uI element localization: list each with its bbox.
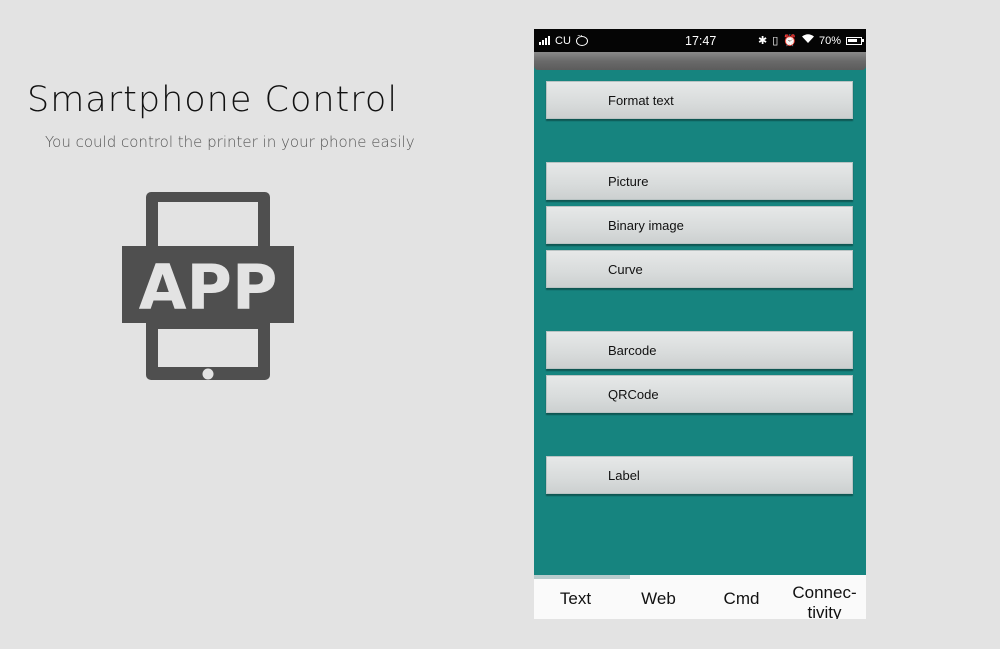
format-text-button[interactable]: Format text <box>546 81 853 119</box>
active-tab-indicator <box>534 575 630 579</box>
qrcode-button[interactable]: QRCode <box>546 375 853 413</box>
binary-image-button[interactable]: Binary image <box>546 206 853 244</box>
bluetooth-icon: ✱ <box>757 35 768 47</box>
label-button[interactable]: Label <box>546 456 853 494</box>
app-icon-label: APP <box>139 251 278 324</box>
bottom-tab-bar: Text Web Cmd Connec- tivity <box>534 575 866 619</box>
battery-percent: 70% <box>818 34 841 47</box>
curve-button[interactable]: Curve <box>546 250 853 288</box>
clock: 17:47 <box>685 33 717 48</box>
tab-cmd[interactable]: Cmd <box>700 589 783 609</box>
tab-connectivity[interactable]: Connec- tivity <box>783 583 866 619</box>
phone-screen: CU 17:47 ✱ ▯ ⏰ 70% Format text Picture B… <box>534 29 866 619</box>
app-title-bar <box>534 52 866 70</box>
vibrate-icon: ▯ <box>772 35 779 47</box>
menu-list: Format text Picture Binary image Curve B… <box>534 70 866 575</box>
app-tablet-icon: APP <box>122 192 294 381</box>
picture-button[interactable]: Picture <box>546 162 853 200</box>
tab-web[interactable]: Web <box>617 589 700 609</box>
promo-title: Smartphone Control <box>27 80 399 120</box>
wifi-icon <box>801 34 814 47</box>
signal-icon <box>539 36 550 45</box>
status-bar: CU 17:47 ✱ ▯ ⏰ 70% <box>534 29 866 52</box>
alarm-icon: ⏰ <box>783 35 797 47</box>
carrier-label: CU <box>555 34 571 47</box>
battery-icon <box>846 36 864 45</box>
tab-text[interactable]: Text <box>534 589 617 609</box>
chat-bubble-icon <box>575 31 588 46</box>
promo-subtitle: You could control the printer in your ph… <box>45 133 415 151</box>
barcode-button[interactable]: Barcode <box>546 331 853 369</box>
